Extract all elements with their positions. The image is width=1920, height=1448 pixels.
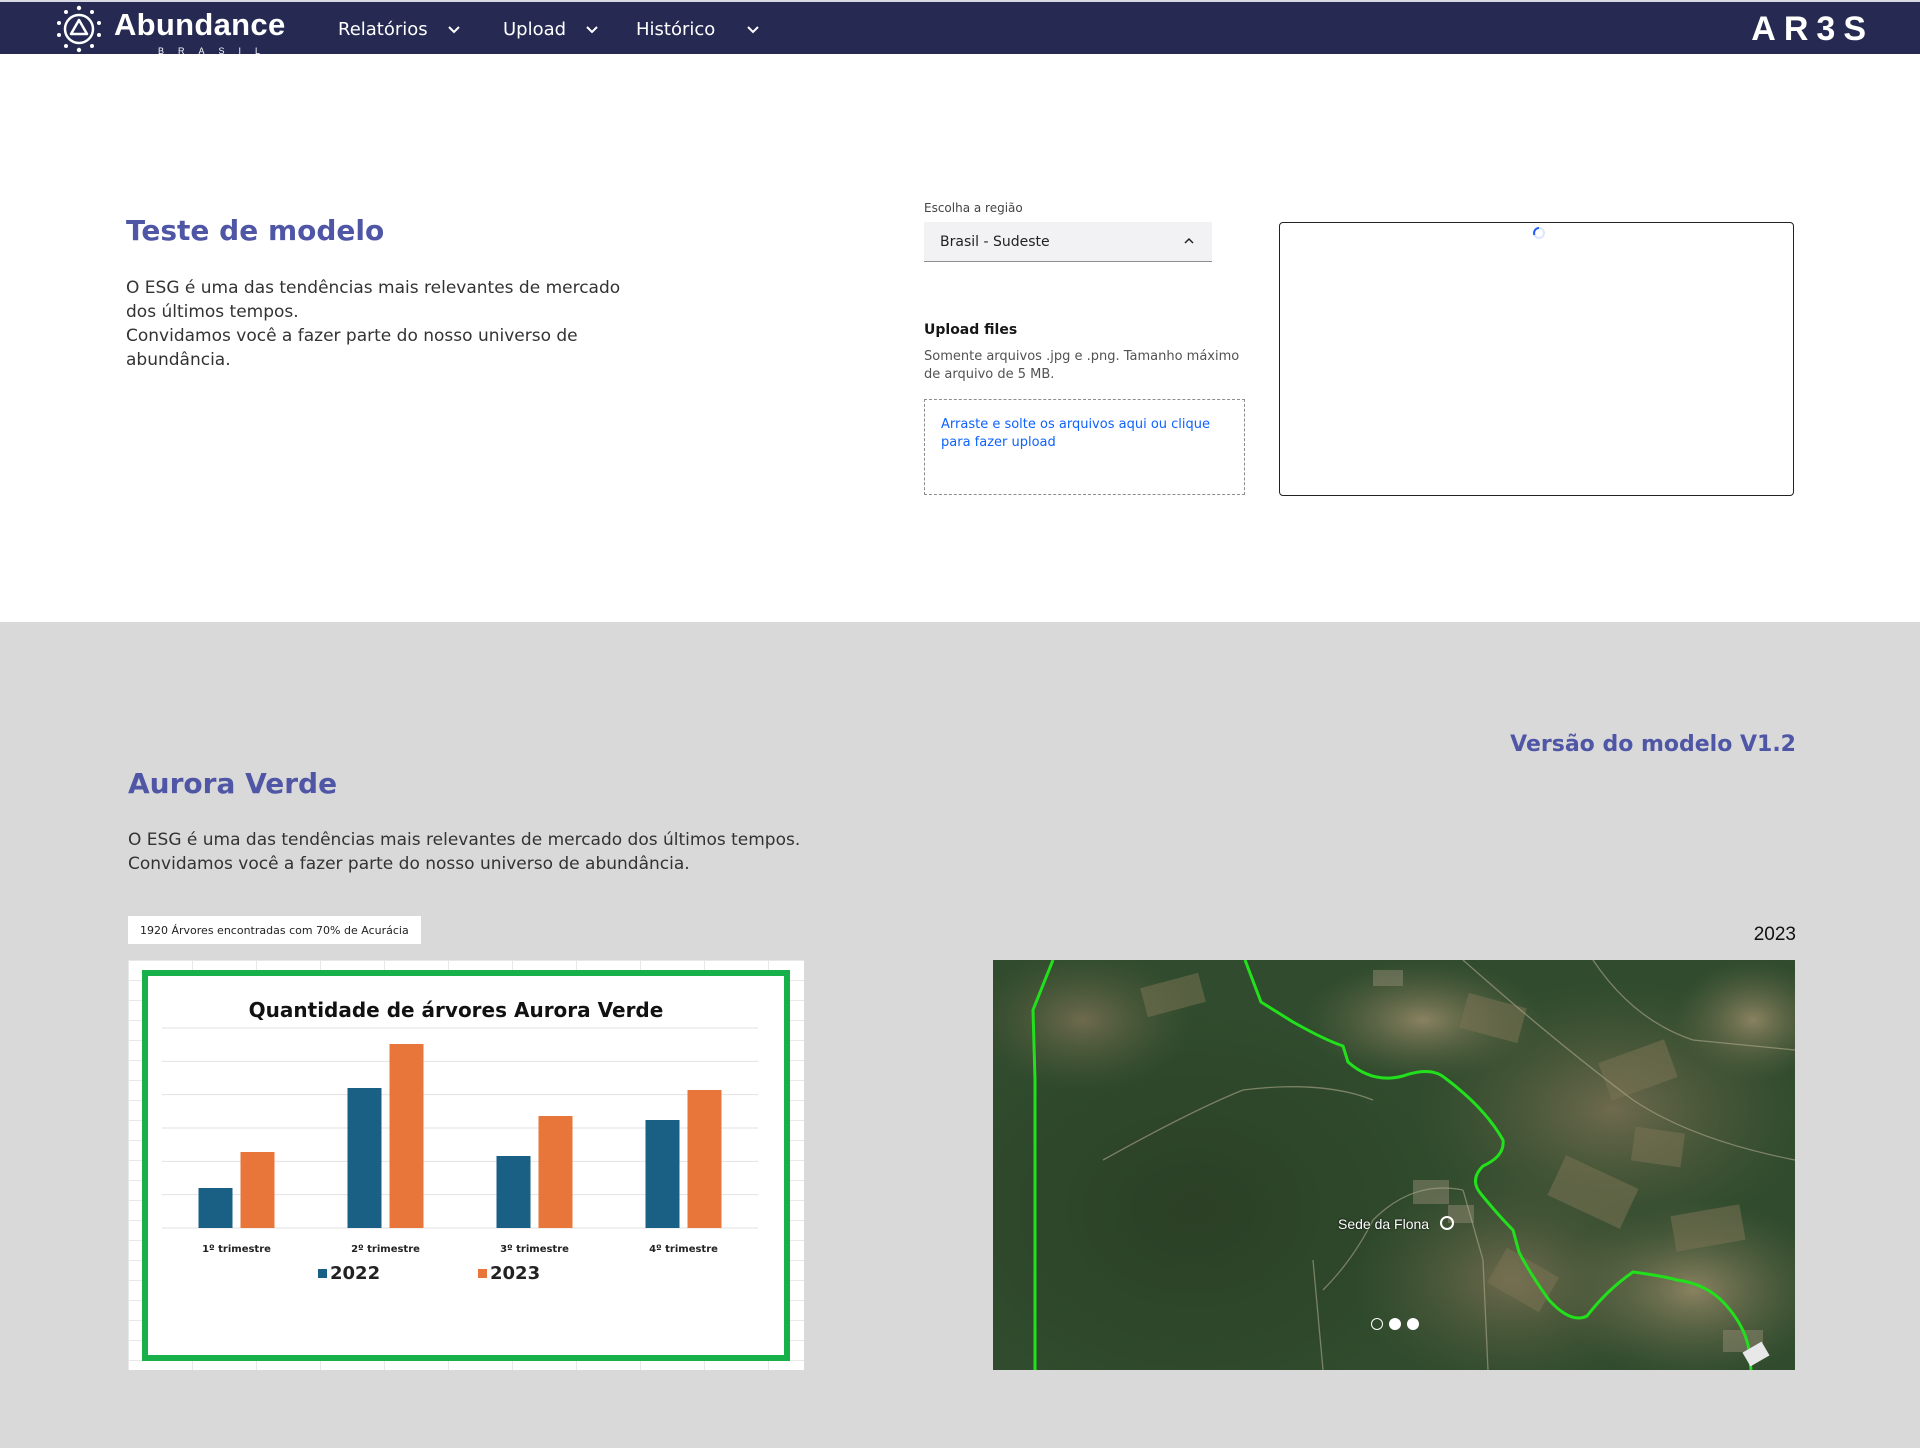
- trees-found-badge: 1920 Árvores encontradas com 70% de Acur…: [128, 916, 421, 944]
- dropzone-text: Arraste e solte os arquivos aqui ou cliq…: [941, 417, 1211, 450]
- tree-count-chart-card: Quantidade de árvores Aurora Verde 1º tri…: [128, 960, 804, 1370]
- chevron-down-icon: [747, 26, 760, 34]
- chart-bar-2022: [496, 1156, 531, 1228]
- model-test-section: Teste de modelo O ESG é uma das tendênci…: [0, 54, 1920, 622]
- chart-bar-2022: [645, 1120, 680, 1228]
- chart-bar-2023: [389, 1044, 424, 1228]
- top-navbar: Abundance BRASIL Relatórios Upload Histó…: [0, 0, 1920, 56]
- tree-count-bar-chart: Quantidade de árvores Aurora Verde 1º tri…: [162, 998, 758, 1284]
- carousel-dot[interactable]: [1371, 1318, 1383, 1330]
- nav-historico-label: Histórico: [636, 18, 716, 40]
- aurora-verde-section: Versão do modelo V1.2 Aurora Verde O ESG…: [0, 622, 1920, 1448]
- nav-relatorios-label: Relatórios: [338, 18, 428, 40]
- chart-category-label: 1º trimestre: [202, 1244, 271, 1255]
- chart-bar-2022: [198, 1188, 233, 1228]
- description-line: O ESG é uma das tendências mais relevant…: [126, 278, 621, 298]
- satellite-map[interactable]: Sede da Flona: [993, 960, 1795, 1370]
- nav-relatorios[interactable]: Relatórios: [338, 2, 462, 56]
- loading-spinner-icon: [1533, 227, 1545, 239]
- image-preview-box: [1279, 222, 1794, 496]
- map-year-label: 2023: [1753, 924, 1796, 945]
- brand-logo-link[interactable]: Abundance BRASIL: [52, 2, 285, 56]
- map-place-label: Sede da Flona: [1338, 1216, 1430, 1232]
- description-line: dos últimos tempos.: [126, 302, 299, 322]
- nav-historico[interactable]: Histórico: [636, 2, 761, 56]
- chart-bar-2023: [538, 1116, 573, 1228]
- aurora-verde-title: Aurora Verde: [128, 767, 338, 800]
- chevron-down-icon: [447, 26, 460, 34]
- aurora-verde-description: O ESG é uma das tendências mais relevant…: [128, 828, 800, 876]
- chart-bar-2023: [240, 1152, 275, 1228]
- region-selected-value: Brasil - Sudeste: [940, 233, 1050, 250]
- chevron-up-icon: [1184, 237, 1194, 244]
- brand-name: Abundance: [114, 7, 286, 42]
- chart-category-label: 2º trimestre: [351, 1244, 420, 1255]
- description-line: Convidamos você a fazer parte do nosso u…: [126, 326, 578, 346]
- description-line: O ESG é uma das tendências mais relevant…: [128, 830, 801, 850]
- chart-legend-swatch: [478, 1269, 487, 1278]
- nav-upload-label: Upload: [503, 18, 567, 40]
- model-test-title: Teste de modelo: [126, 214, 385, 247]
- description-line: Convidamos você a fazer parte do nosso u…: [128, 854, 690, 874]
- description-line: abundância.: [126, 350, 231, 370]
- chart-title: Quantidade de árvores Aurora Verde: [249, 998, 664, 1022]
- carousel-dot[interactable]: [1407, 1318, 1419, 1330]
- chart-bar-2023: [687, 1090, 722, 1228]
- chevron-down-icon: [586, 26, 598, 34]
- map-place-marker-icon[interactable]: [1440, 1216, 1454, 1230]
- chart-legend-swatch: [318, 1269, 327, 1278]
- ar3s-logo[interactable]: AR3S: [1751, 8, 1874, 50]
- chart-category-label: 4º trimestre: [649, 1244, 718, 1255]
- model-test-description: O ESG é uma das tendências mais relevant…: [126, 276, 626, 372]
- region-select-label: Escolha a região: [924, 201, 1023, 215]
- chart-legend-label: 2023: [490, 1263, 540, 1284]
- file-dropzone[interactable]: Arraste e solte os arquivos aqui ou cliq…: [924, 399, 1245, 495]
- chart-legend-label: 2022: [330, 1263, 380, 1284]
- chart-category-label: 3º trimestre: [500, 1244, 569, 1255]
- carousel-dots: [1371, 1318, 1419, 1330]
- upload-help-text: Somente arquivos .jpg e .png. Tamanho má…: [924, 349, 1240, 382]
- model-version-label: Versão do modelo V1.2: [1510, 732, 1796, 757]
- abundance-logo-icon: [57, 5, 101, 53]
- carousel-dot[interactable]: [1389, 1318, 1401, 1330]
- nav-upload[interactable]: Upload: [503, 2, 600, 56]
- region-select[interactable]: Brasil - Sudeste: [924, 222, 1212, 262]
- satellite-map-image: [993, 960, 1795, 1370]
- chart-bar-2022: [347, 1088, 382, 1228]
- upload-files-title: Upload files: [924, 322, 1018, 338]
- chart-frame: Quantidade de árvores Aurora Verde 1º tri…: [142, 970, 790, 1361]
